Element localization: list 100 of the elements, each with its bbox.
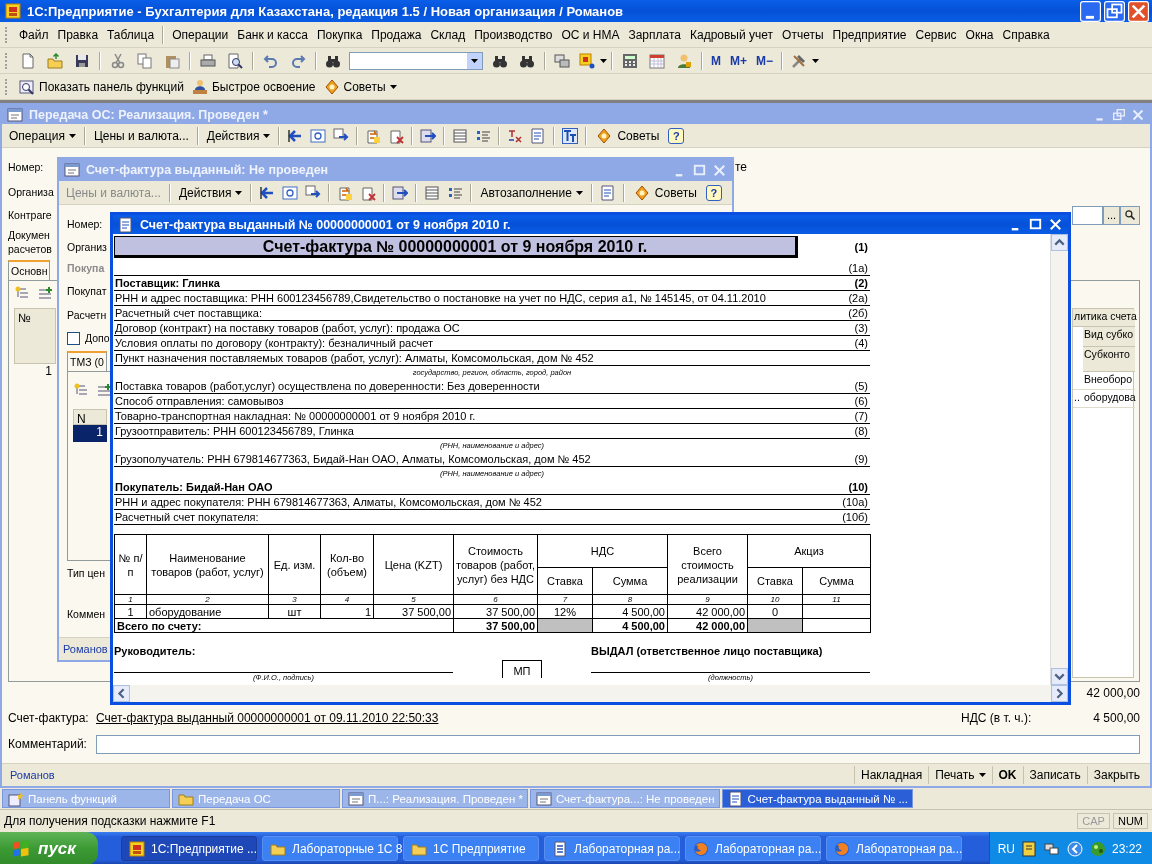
menu-item[interactable]: Таблица — [103, 25, 159, 44]
refresh-icon[interactable] — [282, 184, 299, 201]
author-link[interactable]: Романов — [63, 643, 108, 655]
arrow-left-icon[interactable] — [287, 127, 304, 144]
menu-button[interactable]: Автозаполнение — [476, 183, 587, 202]
menu-item[interactable]: Сервис — [911, 25, 961, 44]
toolbar-button[interactable]: Советы — [319, 76, 389, 97]
menu-button[interactable]: Операция — [5, 126, 80, 145]
toolbar-button[interactable]: Показать панель функций — [15, 76, 187, 97]
scroll-down-icon[interactable] — [1051, 668, 1068, 685]
export-icon[interactable] — [420, 127, 437, 144]
tab[interactable]: Основн — [8, 260, 51, 280]
search-combobox[interactable] — [349, 51, 483, 70]
ledger-icon[interactable] — [507, 127, 524, 144]
menu-item[interactable]: Отчеты — [778, 25, 828, 44]
taskbar-button[interactable]: Лабораторная ра... — [826, 836, 962, 861]
document-cross-icon[interactable] — [388, 127, 405, 144]
undo-icon[interactable] — [263, 52, 279, 69]
calendar-icon[interactable] — [649, 52, 665, 69]
taskbar-button[interactable]: 1С Предприятие — [403, 836, 539, 861]
taskbar-button[interactable]: Лабораторная ра... — [685, 836, 821, 861]
menu-item[interactable]: Покупка — [312, 25, 367, 44]
footer-button[interactable]: OK — [991, 766, 1023, 784]
scroll-right-icon[interactable] — [1051, 685, 1068, 702]
memory-button[interactable]: M — [707, 51, 725, 70]
contractor-field[interactable] — [1072, 205, 1103, 225]
scroll-left-icon[interactable] — [113, 685, 130, 702]
document-arrow-icon[interactable] — [337, 184, 354, 201]
tips-button[interactable]: Советы — [591, 125, 664, 146]
footer-button[interactable]: Накладная — [854, 766, 929, 784]
report-icon[interactable] — [530, 127, 547, 144]
window-tab[interactable]: Счет-фактура выданный № ... — [721, 789, 913, 808]
footer-button[interactable]: Записать — [1022, 766, 1087, 784]
taskbar-button[interactable]: Лабораторная ра... — [544, 836, 680, 861]
menu-item[interactable]: Производство — [470, 25, 557, 44]
tab[interactable]: ТМЗ (0 — [67, 351, 107, 371]
menu-item[interactable]: Банк и касса — [233, 25, 312, 44]
menu-item[interactable]: Файл — [15, 25, 53, 44]
author-link[interactable]: Романов — [10, 769, 55, 781]
menu-item[interactable]: ОС и НМА — [557, 25, 624, 44]
toolbar-button[interactable]: Цены и валюта... — [89, 126, 193, 145]
menu-item[interactable]: Операции — [168, 25, 233, 44]
restore-button[interactable] — [1104, 0, 1125, 22]
document-arrow-icon[interactable] — [365, 127, 382, 144]
windows-icon[interactable] — [554, 52, 570, 69]
chevron-icon[interactable] — [1066, 840, 1083, 857]
notebook-icon[interactable] — [1020, 840, 1037, 857]
framed-dot-icon[interactable] — [579, 52, 595, 69]
close-button[interactable] — [1128, 0, 1149, 22]
menu-item[interactable]: Кадровый учет — [686, 25, 778, 44]
tips-button[interactable]: Советы — [628, 182, 701, 203]
horizontal-scrollbar[interactable] — [113, 685, 1068, 702]
checkbox[interactable] — [67, 331, 80, 345]
menu-item[interactable]: Продажа — [367, 25, 426, 44]
copy-icon[interactable] — [137, 52, 153, 69]
document-cross-icon[interactable] — [360, 184, 377, 201]
close-button[interactable] — [1047, 216, 1064, 233]
list-icon[interactable] — [452, 127, 469, 144]
footer-button[interactable]: Печать — [928, 766, 992, 784]
redo-icon[interactable] — [290, 52, 306, 69]
memory-button[interactable]: M+ — [726, 51, 751, 70]
taskbar-button[interactable]: 1С:Предприятие ... — [121, 836, 257, 861]
toolbar-button[interactable]: Быстрое освоение — [187, 76, 319, 97]
refresh-icon[interactable] — [310, 127, 327, 144]
calculator-icon[interactable] — [622, 52, 638, 69]
search-button[interactable] — [1120, 205, 1140, 225]
arrow-left-icon[interactable] — [259, 184, 276, 201]
report-icon[interactable] — [599, 184, 616, 201]
row-add-icon[interactable] — [37, 286, 53, 302]
invoice-link[interactable]: Счет-фактура выданный 00000000001 от 09.11.2010 22:50:33 — [96, 711, 439, 725]
select-button[interactable]: ... — [1103, 205, 1120, 225]
menu-item[interactable]: Зарплата — [624, 25, 685, 44]
menu-item[interactable]: Предприятие — [828, 25, 911, 44]
menu-item[interactable]: Окна — [961, 25, 998, 44]
page-magnifier-icon[interactable] — [227, 52, 243, 69]
menu-item[interactable]: Справка — [998, 25, 1054, 44]
screens-icon[interactable] — [1043, 840, 1060, 857]
menu-button[interactable]: Действия — [174, 183, 247, 202]
user-icon[interactable] — [676, 52, 692, 69]
minimize-button[interactable] — [1080, 0, 1101, 22]
text-format-icon[interactable] — [562, 127, 579, 144]
vertical-scrollbar[interactable] — [1050, 234, 1068, 685]
printer-icon[interactable] — [200, 52, 216, 69]
comment-field[interactable] — [96, 734, 1140, 754]
scissors-icon[interactable] — [110, 52, 126, 69]
help-button[interactable]: ? — [668, 127, 685, 144]
floppy-icon[interactable] — [74, 52, 90, 69]
menu-button[interactable]: Действия — [202, 126, 275, 145]
footer-button[interactable]: Закрыть — [1086, 766, 1146, 784]
help-button[interactable]: ? — [705, 184, 722, 201]
start-button[interactable]: пуск — [0, 832, 98, 864]
list-icon[interactable] — [424, 184, 441, 201]
scroll-up-icon[interactable] — [1051, 234, 1068, 251]
export-icon[interactable] — [392, 184, 409, 201]
row-number[interactable]: 1 — [73, 425, 107, 442]
memory-button[interactable]: M− — [752, 51, 778, 70]
planet-icon[interactable] — [1089, 840, 1106, 857]
menu-item[interactable]: Правка — [53, 25, 103, 44]
tools-icon[interactable] — [791, 52, 808, 69]
language-indicator[interactable]: RU — [997, 841, 1015, 856]
